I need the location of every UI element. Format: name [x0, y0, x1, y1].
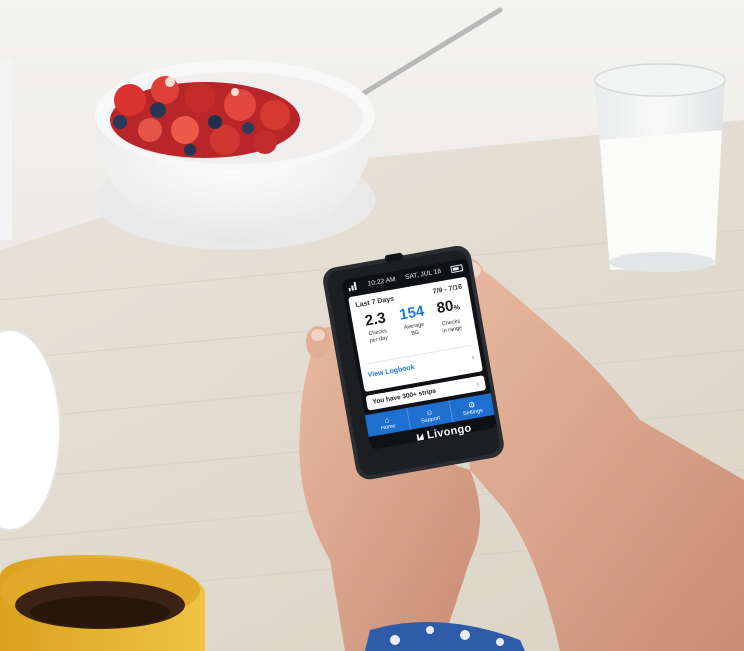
stat-checks-per-day: 2.3 Checks per day — [357, 309, 396, 345]
nav-support-label: Support — [420, 414, 441, 425]
nav-support[interactable]: ☺ Support — [406, 400, 453, 430]
signal-icon — [348, 281, 359, 292]
status-date: SAT, JUL 16 — [404, 267, 442, 281]
nav-settings[interactable]: ⚙ Settings — [448, 393, 495, 423]
nav-home[interactable]: ⌂ Home — [365, 408, 410, 437]
photo-scene: 10:22 AM SAT, JUL 16 Last 7 Days 7/9 - 7… — [0, 0, 744, 651]
logbook-label: View Logbook — [367, 363, 416, 379]
nav-home-label: Home — [380, 422, 396, 432]
status-time: 10:22 AM — [367, 275, 397, 288]
battery-icon — [450, 263, 464, 273]
nav-settings-label: Settings — [462, 407, 484, 417]
summary-card: Last 7 Days 7/9 - 7/16 2.3 Checks per day… — [348, 276, 483, 392]
livongo-mark-icon — [416, 433, 424, 441]
strips-message: You have 300+ strips — [372, 387, 437, 406]
chevron-right-icon: › — [475, 379, 480, 389]
stat-checks-in-range: 80% Checks in range — [430, 296, 469, 335]
chevron-right-icon: › — [470, 352, 476, 362]
stat-average-bg: 154 Average BG — [394, 303, 433, 339]
